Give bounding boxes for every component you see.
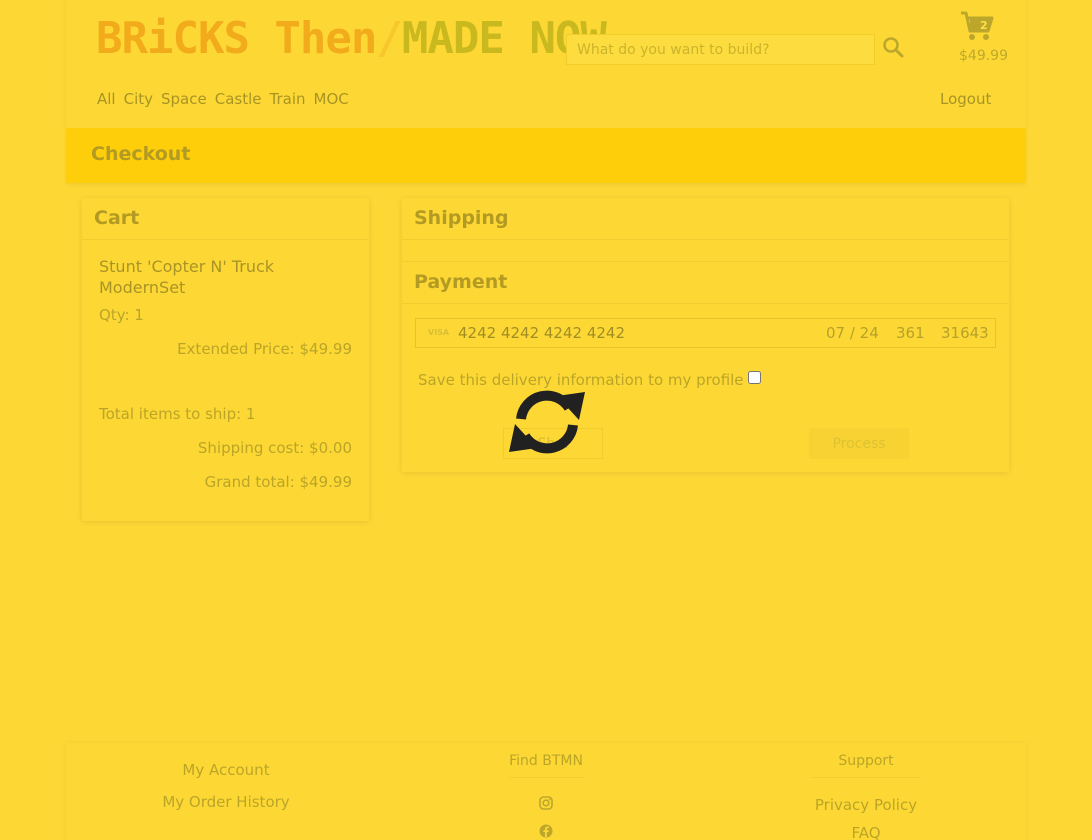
card-cvc[interactable]: 361 — [896, 324, 925, 342]
footer-find-column: Find BTMN — [446, 753, 646, 840]
save-profile-row[interactable]: Save this delivery information to my pro… — [418, 370, 761, 389]
my-account-link[interactable]: My Account — [126, 761, 326, 779]
cart-panel: Cart Stunt 'Copter N' Truck ModernSet Qt… — [82, 198, 369, 521]
nav-item-moc[interactable]: MOC — [314, 90, 349, 108]
site-logo[interactable]: BRiCKS Then/MADE NOW — [96, 13, 607, 65]
extended-price: Extended Price: $49.99 — [177, 340, 352, 358]
instagram-icon — [539, 796, 553, 810]
facebook-link[interactable] — [446, 824, 646, 840]
nav-item-city[interactable]: City — [124, 90, 153, 108]
cart-count-badge: 2 — [980, 19, 988, 32]
card-brand-icon: VISA — [428, 328, 450, 337]
category-nav: All City Space Castle Train MOC — [97, 90, 349, 108]
card-number[interactable]: 4242 4242 4242 4242 — [458, 324, 625, 342]
total-items: Total items to ship: 1 — [99, 405, 256, 423]
cart-icon — [961, 11, 994, 40]
card-input[interactable]: VISA 4242 4242 4242 4242 07 / 24 361 316… — [415, 318, 996, 348]
nav-item-castle[interactable]: Castle — [215, 90, 262, 108]
shipping-payment-panel: Shipping Payment VISA 4242 4242 4242 424… — [402, 198, 1009, 472]
checkout-banner: Checkout — [66, 128, 1026, 183]
order-history-link[interactable]: My Order History — [126, 793, 326, 811]
page-title: Checkout — [91, 143, 191, 165]
cart-item-name: Stunt 'Copter N' Truck ModernSet — [99, 257, 275, 297]
nav-item-all[interactable]: All — [97, 90, 116, 108]
faq-link[interactable]: FAQ — [766, 824, 966, 840]
privacy-policy-link[interactable]: Privacy Policy — [766, 796, 966, 814]
nav-item-train[interactable]: Train — [270, 90, 306, 108]
card-expiry[interactable]: 07 / 24 — [826, 324, 879, 342]
footer-account-column: My Account My Order History — [126, 761, 326, 825]
search-icon — [883, 37, 904, 58]
logo-slash: / — [376, 13, 402, 64]
save-profile-checkbox[interactable] — [747, 370, 761, 384]
cart-total: $49.99 — [959, 48, 1008, 64]
find-btmn-heading: Find BTMN — [509, 753, 583, 778]
nav-item-space[interactable]: Space — [161, 90, 207, 108]
process-button[interactable]: Process — [809, 428, 909, 459]
shipping-section: Shipping — [402, 198, 1009, 262]
site-footer: My Account My Order History Find BTMN Su… — [66, 743, 1026, 840]
logout-link[interactable]: Logout — [940, 90, 991, 108]
card-zip[interactable]: 31643 — [941, 324, 989, 342]
search-input[interactable] — [566, 34, 875, 65]
shipping-title: Shipping — [402, 198, 1009, 240]
loading-spinner-icon — [509, 390, 585, 454]
cart-item-qty: Qty: 1 — [99, 306, 144, 324]
search-button[interactable] — [882, 36, 908, 62]
site-header: BRiCKS Then/MADE NOW 2 $49.99 All City S… — [66, 0, 1026, 128]
cart-button[interactable]: 2 $49.99 — [954, 10, 1014, 68]
instagram-link[interactable] — [446, 796, 646, 814]
support-heading: Support — [811, 753, 921, 778]
shipping-cost: Shipping cost: $0.00 — [197, 439, 352, 457]
cart-title: Cart — [82, 198, 369, 240]
payment-title: Payment — [402, 262, 1009, 304]
facebook-icon — [539, 824, 553, 838]
grand-total: Grand total: $49.99 — [204, 473, 352, 491]
logo-part-1: BRiCKS Then — [96, 13, 377, 64]
footer-support-column: Support Privacy Policy FAQ — [766, 753, 966, 840]
